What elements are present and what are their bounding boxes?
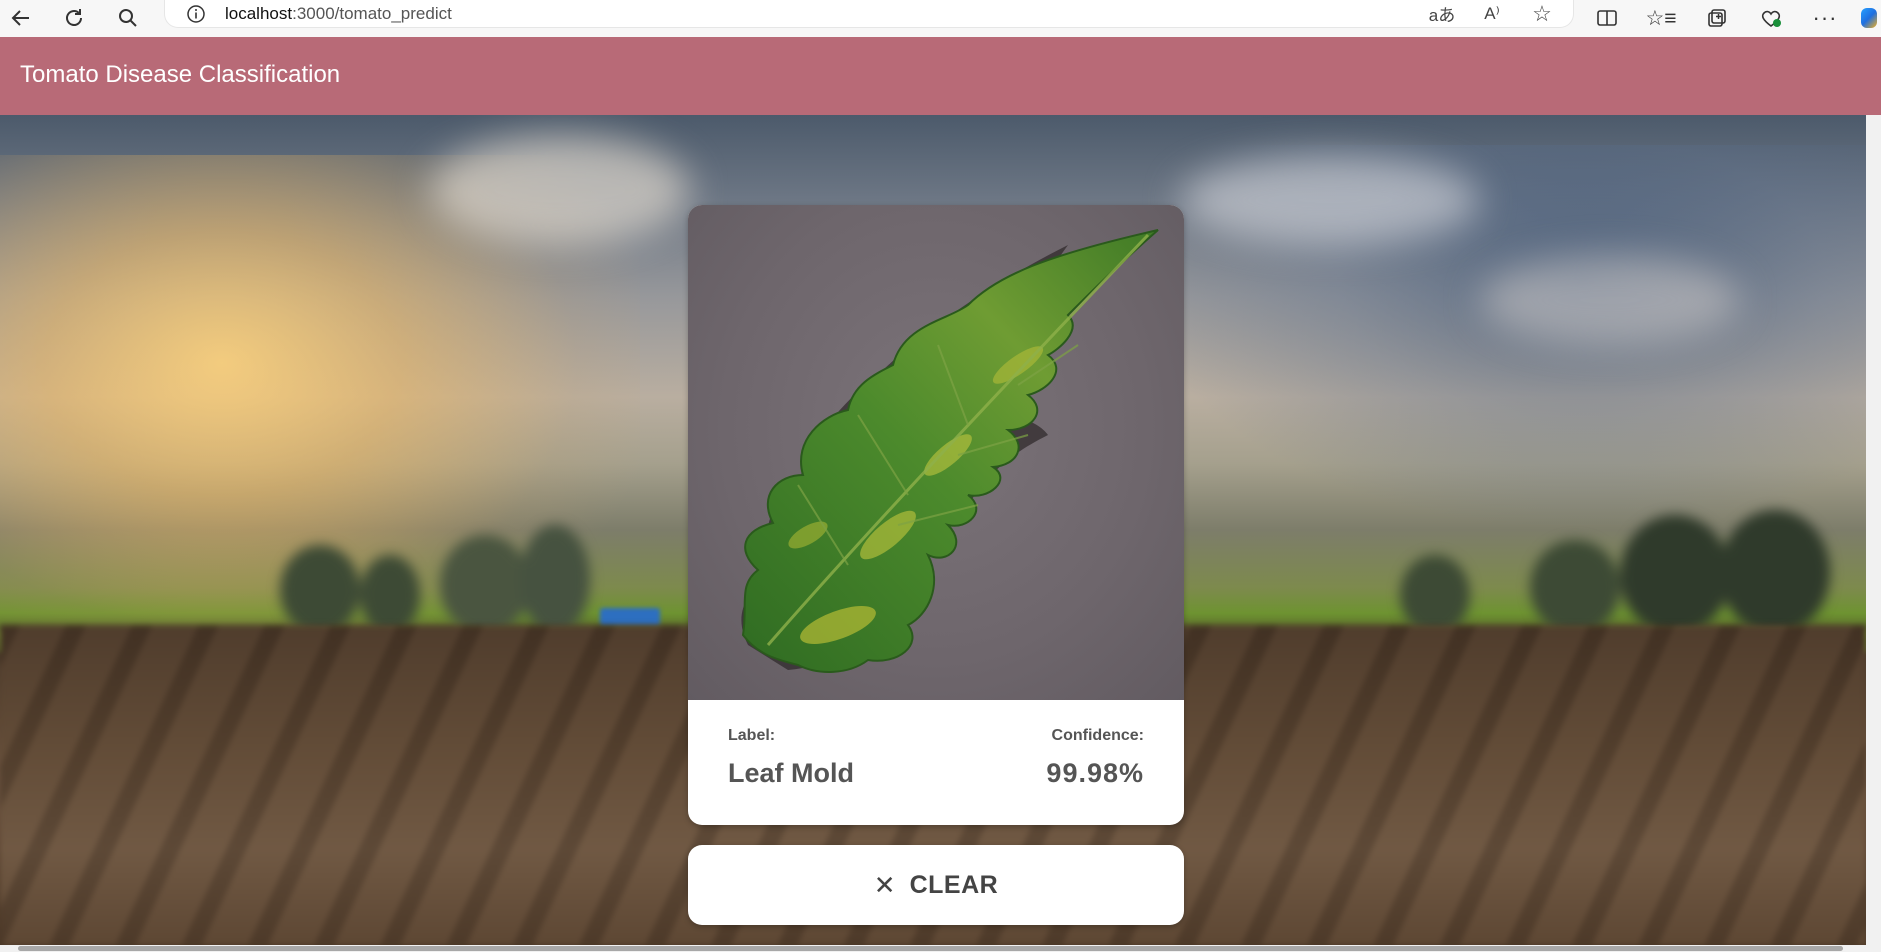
address-bar[interactable]: localhost:3000/tomato_predict aあ A⁾ ☆ [164, 0, 1574, 28]
info-icon[interactable] [185, 3, 207, 25]
clear-button-label: CLEAR [909, 870, 999, 899]
blue-object [600, 608, 660, 626]
translate-icon[interactable]: aあ [1427, 0, 1457, 27]
app-title: Tomato Disease Classification [20, 61, 341, 88]
split-screen-icon[interactable] [1592, 4, 1622, 32]
cloud [1480, 255, 1740, 345]
prediction-card: Label: Confidence: Leaf Mold 99.98% [688, 205, 1184, 825]
read-aloud-icon[interactable]: A⁾ [1477, 0, 1507, 27]
cloud [1180, 155, 1480, 245]
url-text[interactable]: localhost:3000/tomato_predict [225, 4, 452, 24]
app-header: Tomato Disease Classification [0, 37, 1881, 115]
predicted-label: Leaf Mold [728, 758, 854, 788]
url-host: localhost [225, 4, 293, 23]
horizontal-scrollbar-thumb[interactable] [18, 946, 1843, 951]
collections-icon[interactable] [1702, 4, 1732, 32]
more-menu-icon[interactable]: ··· [1810, 4, 1840, 32]
health-icon[interactable] [1756, 4, 1786, 32]
horizontal-scrollbar[interactable] [0, 945, 1881, 952]
favorite-star-icon[interactable]: ☆ [1527, 0, 1557, 27]
back-arrow-icon[interactable] [6, 4, 36, 32]
url-path: :3000/tomato_predict [292, 4, 452, 23]
close-icon: ✕ [873, 870, 896, 900]
uploaded-leaf-image [688, 205, 1184, 700]
clear-button[interactable]: ✕ CLEAR [688, 845, 1184, 925]
browser-toolbar: localhost:3000/tomato_predict aあ A⁾ ☆ ☆≡… [0, 0, 1881, 38]
copilot-icon[interactable] [1858, 4, 1880, 32]
search-icon[interactable] [113, 4, 143, 32]
cloud [430, 135, 690, 245]
label-heading: Label: [728, 727, 776, 744]
vertical-scrollbar[interactable] [1866, 115, 1881, 945]
refresh-icon[interactable] [59, 4, 89, 32]
confidence-heading: Confidence: [1051, 727, 1144, 744]
confidence-value: 99.98% [1046, 758, 1144, 788]
favorites-icon[interactable]: ☆≡ [1645, 4, 1676, 32]
